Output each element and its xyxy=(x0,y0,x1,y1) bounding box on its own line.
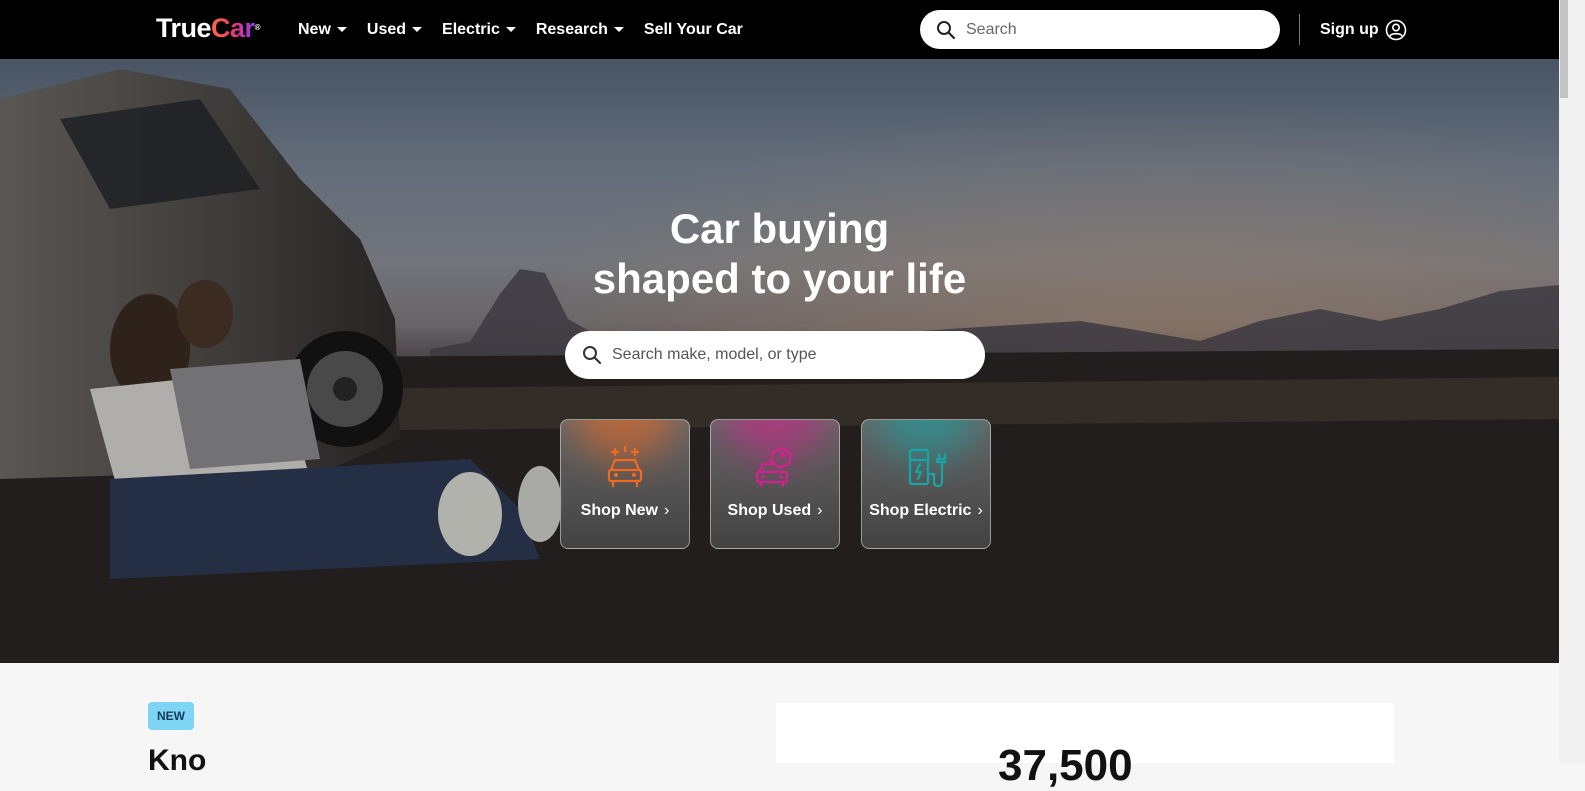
shop-electric-card[interactable]: Shop Electric › xyxy=(861,419,991,549)
new-badge: NEW xyxy=(148,702,194,730)
caret-down-icon xyxy=(412,27,423,32)
nav-item-new[interactable]: New xyxy=(298,21,347,39)
chevron-right-icon: › xyxy=(817,502,823,519)
caret-down-icon xyxy=(505,27,516,32)
sparkle-car-icon xyxy=(607,446,643,488)
shop-used-card[interactable]: Shop Used › xyxy=(710,419,840,549)
header-search-box[interactable] xyxy=(920,10,1280,49)
card-label-text: Shop Electric xyxy=(869,502,972,519)
caret-down-icon xyxy=(336,27,347,32)
nav-item-label: Electric xyxy=(442,20,500,38)
truecar-logo[interactable]: TrueCar® xyxy=(156,12,261,44)
nav-item-used[interactable]: Used xyxy=(366,20,423,39)
hero-title-line-2: shaped to your life xyxy=(592,255,967,302)
caret-down-icon xyxy=(613,27,624,32)
logo-registered-mark: ® xyxy=(254,23,261,32)
car-tag-icon xyxy=(755,446,793,488)
hero-section: Car buying shaped to your life Shop New › xyxy=(0,59,1559,663)
nav-item-label: Used xyxy=(366,20,407,38)
section-heading: Kno xyxy=(148,744,207,777)
nav-item-label: Sell Your Car xyxy=(643,20,743,38)
card-label-text: Shop New xyxy=(580,502,658,519)
sign-up-label: Sign up xyxy=(1320,20,1379,38)
shop-new-label: Shop New › xyxy=(561,502,689,520)
hero-search-input[interactable] xyxy=(610,345,974,365)
shop-electric-label: Shop Electric › xyxy=(862,502,990,520)
logo-text-true: True xyxy=(156,13,212,43)
hero-title-line-1: Car buying xyxy=(669,205,890,252)
nav-item-label: Research xyxy=(535,20,608,38)
card-label-text: Shop Used xyxy=(727,502,812,519)
nav-item-sell-your-car[interactable]: Sell Your Car xyxy=(644,21,743,39)
header-search-input[interactable] xyxy=(964,19,1258,40)
top-navbar: TrueCar® New Used Electric Research Sell… xyxy=(0,0,1559,59)
search-icon xyxy=(936,20,956,40)
sign-up-button[interactable]: Sign up xyxy=(1320,0,1407,59)
nav-item-research[interactable]: Research xyxy=(536,21,624,39)
main-nav: New Used Electric Research Sell Your Car xyxy=(298,0,763,59)
chevron-right-icon: › xyxy=(664,502,670,519)
nav-item-label: New xyxy=(298,20,331,38)
nav-item-electric[interactable]: Electric xyxy=(442,21,516,39)
logo-text-car: Car xyxy=(211,13,255,43)
stats-number: 37,500 xyxy=(998,741,1133,790)
user-circle-icon xyxy=(1385,19,1407,41)
hero-search-box[interactable] xyxy=(565,331,985,379)
search-icon xyxy=(582,345,602,365)
nav-divider xyxy=(1299,14,1300,45)
page-scrollbar-thumb[interactable] xyxy=(1560,0,1568,98)
stats-panel: 37,500 xyxy=(776,703,1394,790)
ev-charger-icon xyxy=(908,448,946,488)
page-scrollbar-track[interactable] xyxy=(1559,0,1585,763)
chevron-right-icon: › xyxy=(977,502,983,519)
shop-used-label: Shop Used › xyxy=(711,502,839,520)
hero-title: Car buying shaped to your life xyxy=(0,204,1559,304)
shop-new-card[interactable]: Shop New › xyxy=(560,419,690,549)
